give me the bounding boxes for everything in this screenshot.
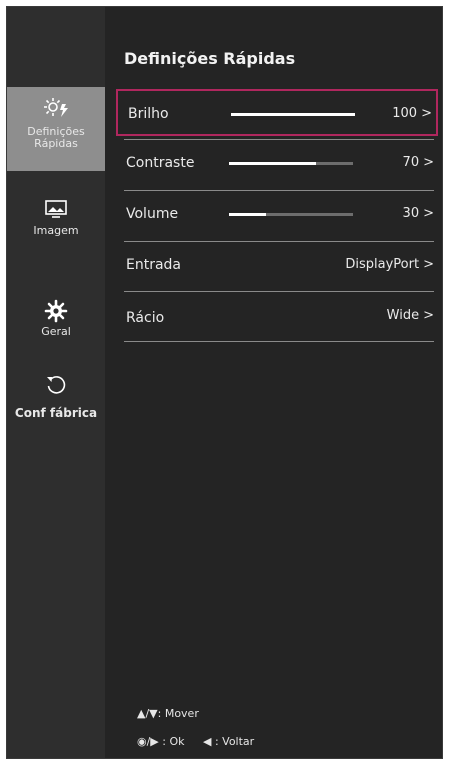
slider-fill bbox=[231, 113, 355, 116]
sidebar-item-quick-settings[interactable]: Definições Rápidas bbox=[7, 87, 105, 171]
quick-settings-icon bbox=[43, 96, 69, 120]
setting-row-contrast[interactable]: Contraste 70 > bbox=[116, 140, 438, 187]
value-text: 30 bbox=[402, 206, 420, 221]
gear-icon bbox=[44, 299, 68, 323]
sidebar-label-picture: Imagem bbox=[33, 224, 79, 237]
sidebar-item-picture[interactable]: Imagem bbox=[7, 197, 105, 247]
setting-value: Wide > bbox=[387, 308, 434, 323]
value-text: Wide bbox=[386, 308, 420, 323]
slider-fill bbox=[229, 162, 316, 165]
setting-row-volume[interactable]: Volume 30 > bbox=[116, 191, 438, 238]
sidebar: Definições Rápidas Imagem Geral Conf fáb… bbox=[7, 7, 105, 758]
picture-icon bbox=[45, 199, 67, 223]
setting-row-aspect-ratio[interactable]: Rácio Wide > bbox=[116, 292, 438, 339]
volume-slider[interactable] bbox=[229, 213, 353, 216]
value-text: DisplayPort bbox=[345, 257, 420, 272]
setting-label: Brilho bbox=[128, 106, 169, 122]
sidebar-label-factory-reset: Conf fábrica bbox=[14, 406, 98, 420]
sidebar-label-general: Geral bbox=[41, 325, 71, 338]
brightness-slider[interactable] bbox=[231, 113, 355, 116]
chevron-right-icon: > bbox=[423, 206, 434, 221]
chevron-right-icon: > bbox=[421, 106, 432, 121]
contrast-slider[interactable] bbox=[229, 162, 353, 165]
setting-label: Rácio bbox=[126, 310, 165, 326]
setting-value: 70 > bbox=[403, 155, 434, 170]
chevron-right-icon: > bbox=[423, 155, 434, 170]
chevron-right-icon: > bbox=[423, 308, 434, 323]
divider bbox=[124, 341, 434, 342]
value-text: 70 bbox=[402, 155, 420, 170]
hint-back: ◀ : Voltar bbox=[203, 735, 255, 748]
page-title: Definições Rápidas bbox=[124, 49, 296, 68]
sidebar-label-quick-settings-line2: Rápidas bbox=[34, 137, 78, 150]
slider-fill bbox=[229, 213, 267, 216]
setting-label: Entrada bbox=[126, 257, 182, 273]
sidebar-item-general[interactable]: Geral bbox=[7, 297, 105, 349]
hint-move: ▲/▼: Mover bbox=[137, 707, 199, 720]
hint-ok: ◉/▶ : Ok bbox=[137, 735, 185, 748]
setting-row-brightness[interactable]: Brilho 100 > bbox=[116, 89, 438, 136]
setting-label: Volume bbox=[126, 206, 179, 222]
setting-label: Contraste bbox=[126, 155, 195, 171]
sidebar-item-factory-reset[interactable]: Conf fábrica bbox=[7, 371, 105, 429]
setting-value: DisplayPort > bbox=[345, 257, 434, 272]
osd-menu-panel: Definições Rápidas Imagem Geral Conf fáb… bbox=[6, 6, 443, 759]
setting-value: 30 > bbox=[403, 206, 434, 221]
setting-row-input[interactable]: Entrada DisplayPort > bbox=[116, 242, 438, 289]
chevron-right-icon: > bbox=[423, 257, 434, 272]
setting-value: 100 > bbox=[392, 106, 432, 121]
value-text: 100 bbox=[392, 106, 418, 121]
reset-icon bbox=[44, 373, 68, 397]
